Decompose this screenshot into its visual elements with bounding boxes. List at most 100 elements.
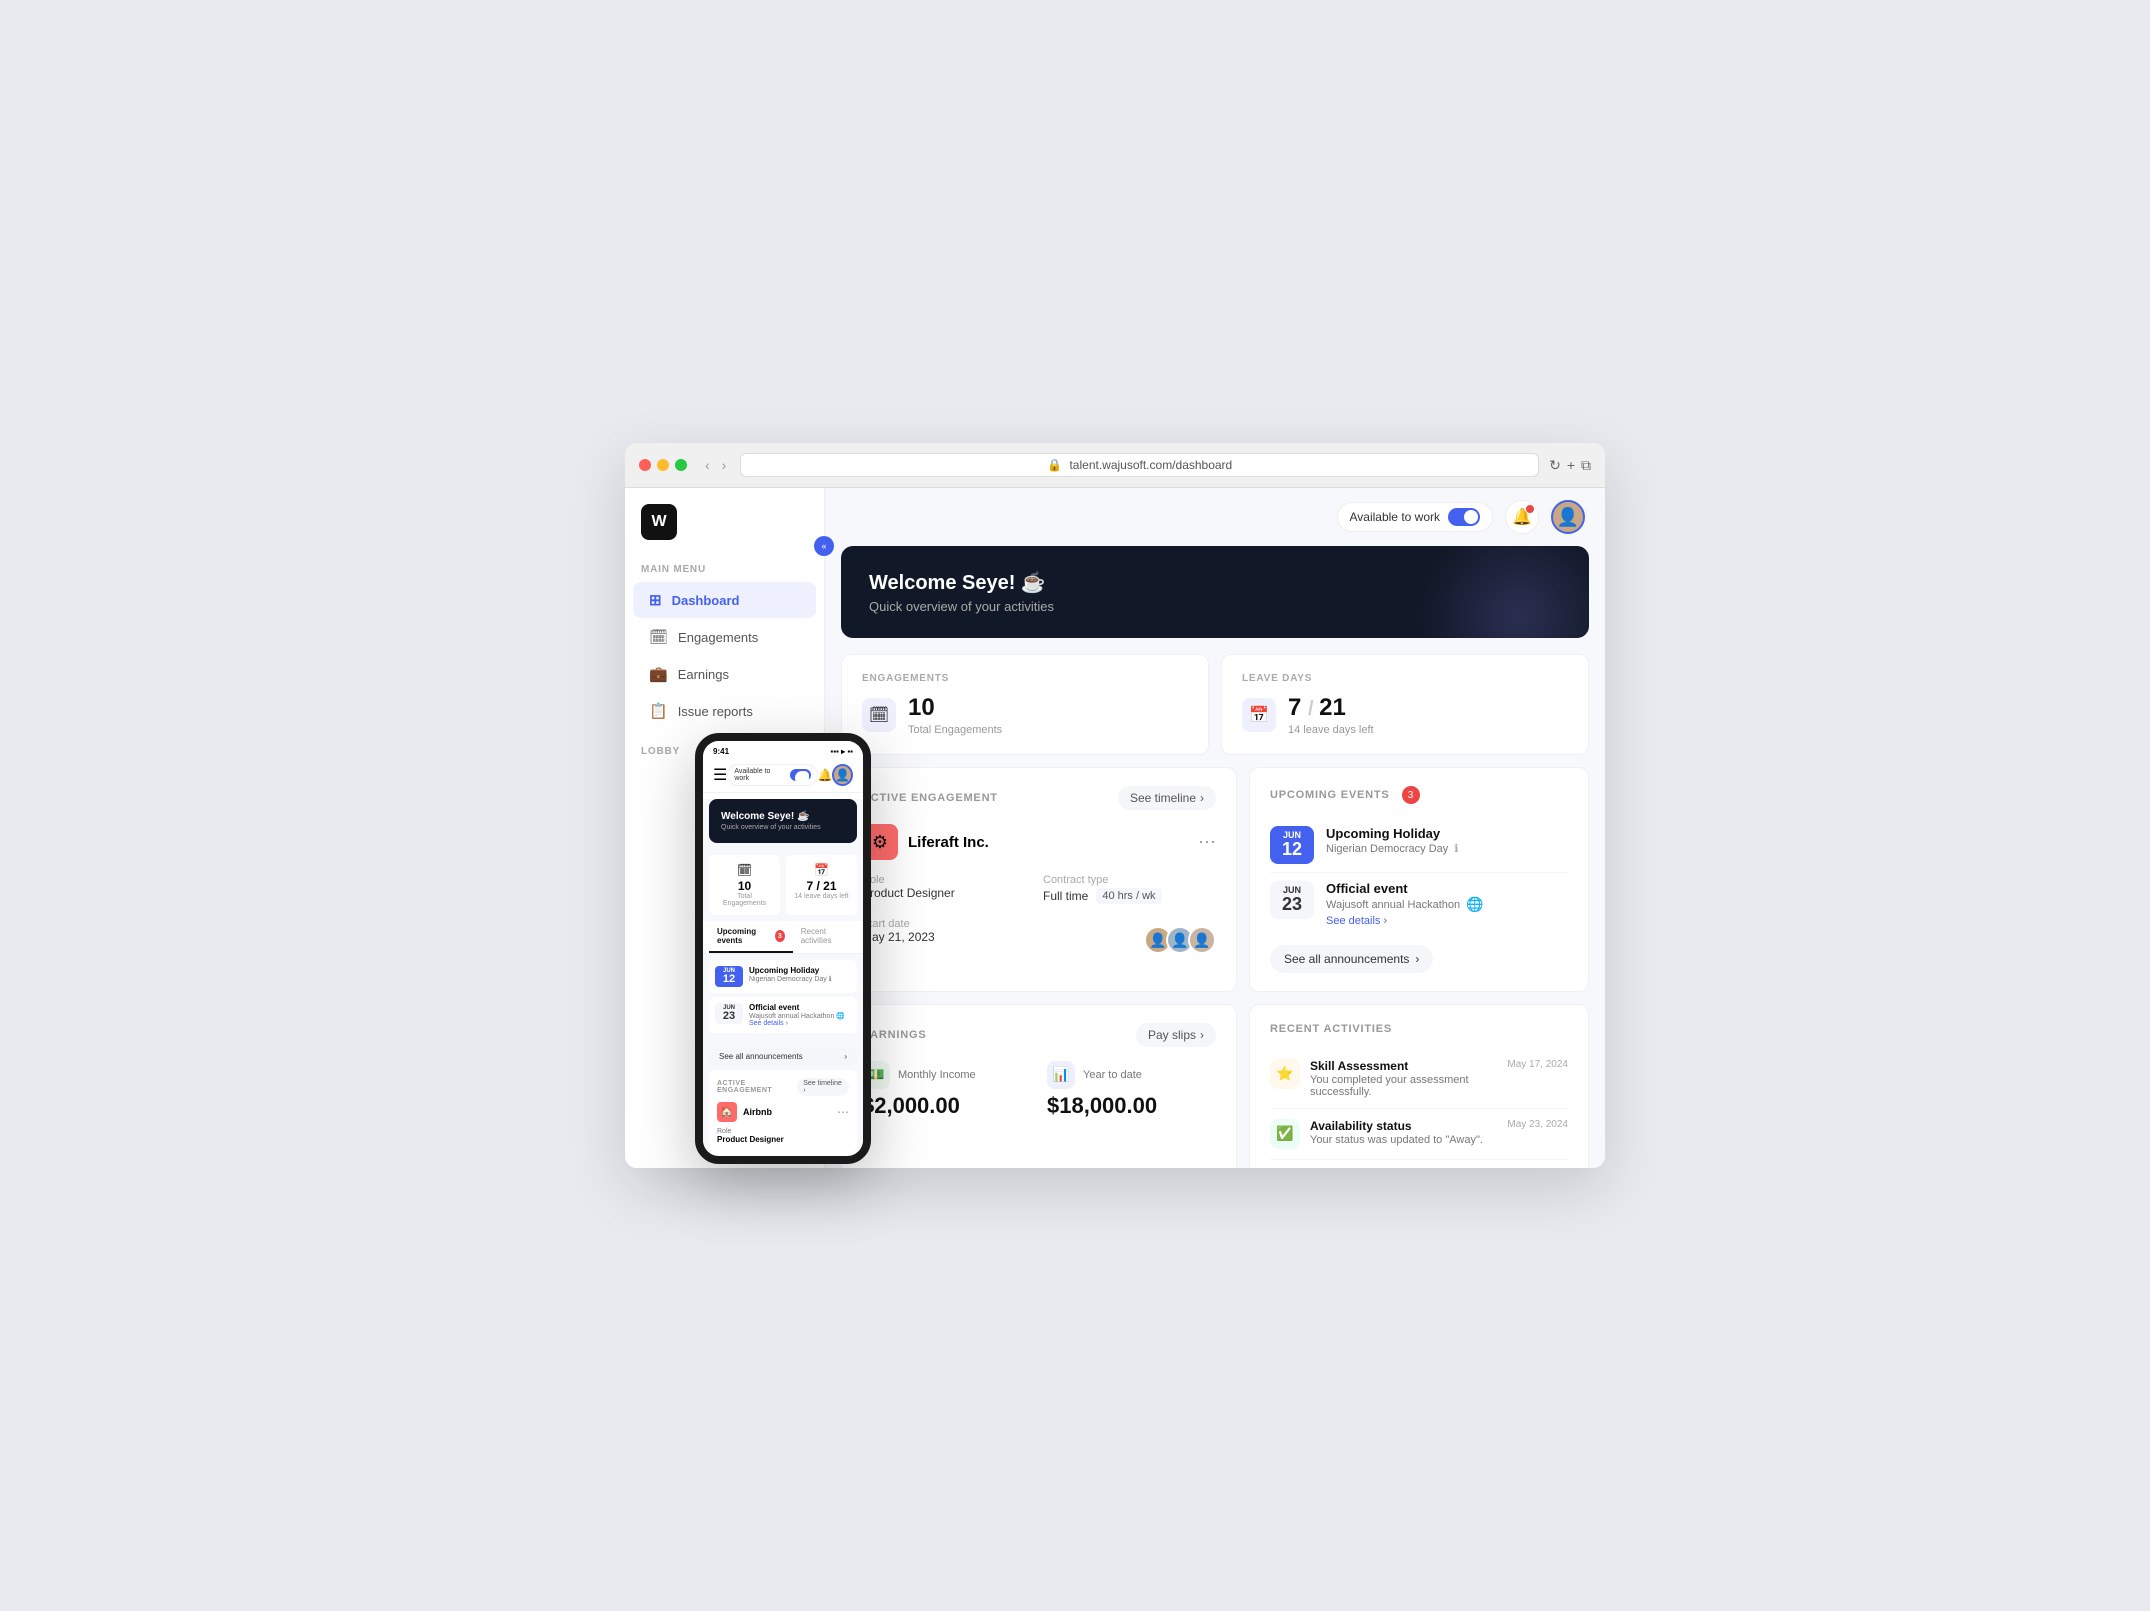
phone-event-1: Jun 12 Upcoming Holiday Nigerian Democra… — [709, 960, 857, 993]
active-engagement-card: ACTIVE ENGAGEMENT See timeline › ⚙ Lifer… — [841, 767, 1237, 992]
sidebar-collapse-btn[interactable]: « — [814, 536, 834, 556]
monthly-income: 💵 Monthly Income $2,000.00 — [862, 1061, 1031, 1119]
welcome-subtitle: Quick overview of your activities — [869, 599, 1561, 614]
minimize-button[interactable] — [657, 459, 669, 471]
skill-assessment-icon: ⭐ — [1270, 1059, 1300, 1089]
phone-stat-leave: 📅 7 / 21 14 leave days left — [786, 855, 857, 915]
reload-button[interactable]: ↻ — [1549, 457, 1561, 474]
phone-event-2-date: Jun 23 — [715, 1003, 743, 1024]
see-details-link[interactable]: See details › — [1326, 915, 1568, 927]
earnings-card: EARNINGS Pay slips › 💵 Monthly Income — [841, 1004, 1237, 1168]
engagements-stat-icon: 🗓 — [862, 698, 896, 732]
address-bar[interactable]: 🔒 talent.wajusoft.com/dashboard — [740, 453, 1539, 477]
events-badge-count: 3 — [1402, 786, 1420, 804]
event-item-1: Jun 12 Upcoming Holiday Nigerian Democra… — [1270, 818, 1568, 873]
globe-icon: 🌐 — [1466, 896, 1483, 913]
phone-avatar: 👤 — [832, 764, 853, 786]
phone-tabs: Upcoming events 3 Recent activities — [703, 921, 863, 954]
top-bar: Available to work 🔔 👤 — [825, 488, 1605, 546]
traffic-lights — [639, 459, 687, 471]
phone-more-btn[interactable]: ⋯ — [837, 1105, 849, 1119]
content-row-2: EARNINGS Pay slips › 💵 Monthly Income — [841, 1004, 1589, 1168]
browser-navigation: ‹ › — [701, 455, 730, 475]
leave-days-icon: 📅 — [1242, 698, 1276, 732]
main-menu-label: MAIN MENU — [625, 556, 824, 581]
browser-chrome: ‹ › 🔒 talent.wajusoft.com/dashboard ↻ + … — [625, 443, 1605, 488]
phone-notif-icon[interactable]: 🔔 — [818, 768, 833, 782]
add-tab-button[interactable]: + — [1567, 457, 1575, 474]
engagement-more-button[interactable]: ⋯ — [1198, 832, 1216, 853]
phone-tab-recent[interactable]: Recent activities — [793, 921, 857, 953]
user-avatar[interactable]: 👤 — [1551, 500, 1585, 534]
welcome-banner: Welcome Seye! ☕ Quick overview of your a… — [841, 546, 1589, 638]
phone-event-1-date: Jun 12 — [715, 966, 743, 987]
upcoming-events-card: UPCOMING EVENTS 3 Jun 12 Upcoming Holida… — [1249, 767, 1589, 992]
activity-item-availability: ✅ Availability status Your status was up… — [1270, 1109, 1568, 1160]
event-1-date: Jun 12 — [1270, 826, 1314, 864]
team-avatar-3: 👤 — [1188, 926, 1216, 954]
engagement-details: Role Product Designer Contract type Full… — [862, 874, 1216, 954]
chevron-right-icon: › — [1200, 1028, 1204, 1042]
phone-stats: 🗓 10 Total Engagements 📅 7 / 21 14 leave… — [703, 849, 863, 921]
chevron-right-icon: › — [1415, 952, 1419, 966]
phone-toggle[interactable] — [790, 769, 810, 781]
phone-menu-icon: ☰ — [713, 765, 727, 785]
engagement-company: ⚙ Liferaft Inc. ⋯ — [862, 824, 1216, 860]
phone-welcome-banner: Welcome Seye! ☕ Quick overview of your a… — [709, 799, 857, 843]
see-timeline-button[interactable]: See timeline › — [1118, 786, 1216, 810]
forward-button[interactable]: › — [718, 455, 731, 475]
notification-dot — [1526, 505, 1534, 513]
info-icon: ℹ — [1454, 842, 1458, 855]
phone-stat-engagements: 🗓 10 Total Engagements — [709, 855, 780, 915]
dashboard-icon: ⊞ — [649, 591, 662, 609]
event-1-info: Upcoming Holiday Nigerian Democracy Day … — [1326, 826, 1568, 855]
activity-availability-text: Availability status Your status was upda… — [1310, 1119, 1497, 1146]
phone-mockup: 9:41 ▪▪▪ ▸ ▪▪ ☰ Available to work 🔔 👤 We… — [695, 733, 871, 1164]
contract-detail: Contract type Full time 40 hrs / wk — [1043, 874, 1216, 904]
sidebar-item-issue-reports[interactable]: 📋 Issue reports — [633, 693, 816, 729]
back-button[interactable]: ‹ — [701, 455, 714, 475]
phone-topbar: ☰ Available to work 🔔 👤 — [703, 758, 863, 793]
engagements-icon: 🗓 — [649, 628, 668, 646]
ytd-icon: 📊 — [1047, 1061, 1075, 1089]
activity-item-badge: 🏅 New badge unlocked You have received t… — [1270, 1160, 1568, 1168]
available-toggle[interactable] — [1448, 508, 1480, 526]
maximize-button[interactable] — [675, 459, 687, 471]
event-2-date: Jun 23 — [1270, 881, 1314, 919]
browser-actions: ↻ + ⧉ — [1549, 457, 1591, 474]
sidebar-item-earnings[interactable]: 💼 Earnings — [633, 656, 816, 692]
tabs-button[interactable]: ⧉ — [1581, 457, 1591, 474]
stats-row: ENGAGEMENTS 🗓 10 Total Engagements LEAVE… — [841, 654, 1589, 755]
leave-days-stat-card: LEAVE DAYS 📅 7 / 21 14 leave days left — [1221, 654, 1589, 755]
team-avatars: 👤 👤 👤 — [1144, 926, 1216, 954]
phone-available-badge: Available to work — [727, 764, 817, 786]
year-to-date-income: 📊 Year to date $18,000.00 — [1047, 1061, 1216, 1119]
content-row-1: ACTIVE ENGAGEMENT See timeline › ⚙ Lifer… — [841, 767, 1589, 992]
hours-badge: 40 hrs / wk — [1096, 888, 1161, 904]
phone-status-bar: 9:41 ▪▪▪ ▸ ▪▪ — [703, 741, 863, 758]
availability-status-icon: ✅ — [1270, 1119, 1300, 1149]
phone-tab-upcoming[interactable]: Upcoming events 3 — [709, 921, 793, 953]
phone-time: 9:41 — [713, 747, 729, 756]
pay-slips-button[interactable]: Pay slips › — [1136, 1023, 1216, 1047]
welcome-title: Welcome Seye! ☕ — [869, 570, 1561, 595]
phone-events-list: Jun 12 Upcoming Holiday Nigerian Democra… — [703, 954, 863, 1043]
event-2-info: Official event Wajusoft annual Hackathon… — [1326, 881, 1568, 927]
phone-signals: ▪▪▪ ▸ ▪▪ — [830, 747, 853, 756]
available-badge: Available to work — [1337, 502, 1494, 532]
earnings-icon: 💼 — [649, 665, 668, 683]
phone-active-engagement: ACTIVE ENGAGEMENT See timeline › 🏠 Airbn… — [709, 1070, 857, 1152]
close-button[interactable] — [639, 459, 651, 471]
main-content: Available to work 🔔 👤 Welcome Seye! ☕ Qu… — [825, 488, 1605, 1168]
start-date-detail: Start date May 21, 2023 — [862, 918, 1035, 948]
recent-activities-card: RECENT ACTIVITIES ⭐ Skill Assessment You… — [1249, 1004, 1589, 1168]
role-detail: Role Product Designer — [862, 874, 1035, 904]
event-item-2: Jun 23 Official event Wajusoft annual Ha… — [1270, 873, 1568, 935]
notifications-button[interactable]: 🔔 — [1505, 500, 1539, 534]
phone-see-all[interactable]: See all announcements › — [709, 1047, 857, 1066]
activity-skill-text: Skill Assessment You completed your asse… — [1310, 1059, 1497, 1098]
engagements-stat-card: ENGAGEMENTS 🗓 10 Total Engagements — [841, 654, 1209, 755]
sidebar-item-engagements[interactable]: 🗓 Engagements — [633, 619, 816, 655]
sidebar-item-dashboard[interactable]: ⊞ Dashboard — [633, 582, 816, 618]
see-all-announcements-button[interactable]: See all announcements › — [1270, 945, 1433, 973]
